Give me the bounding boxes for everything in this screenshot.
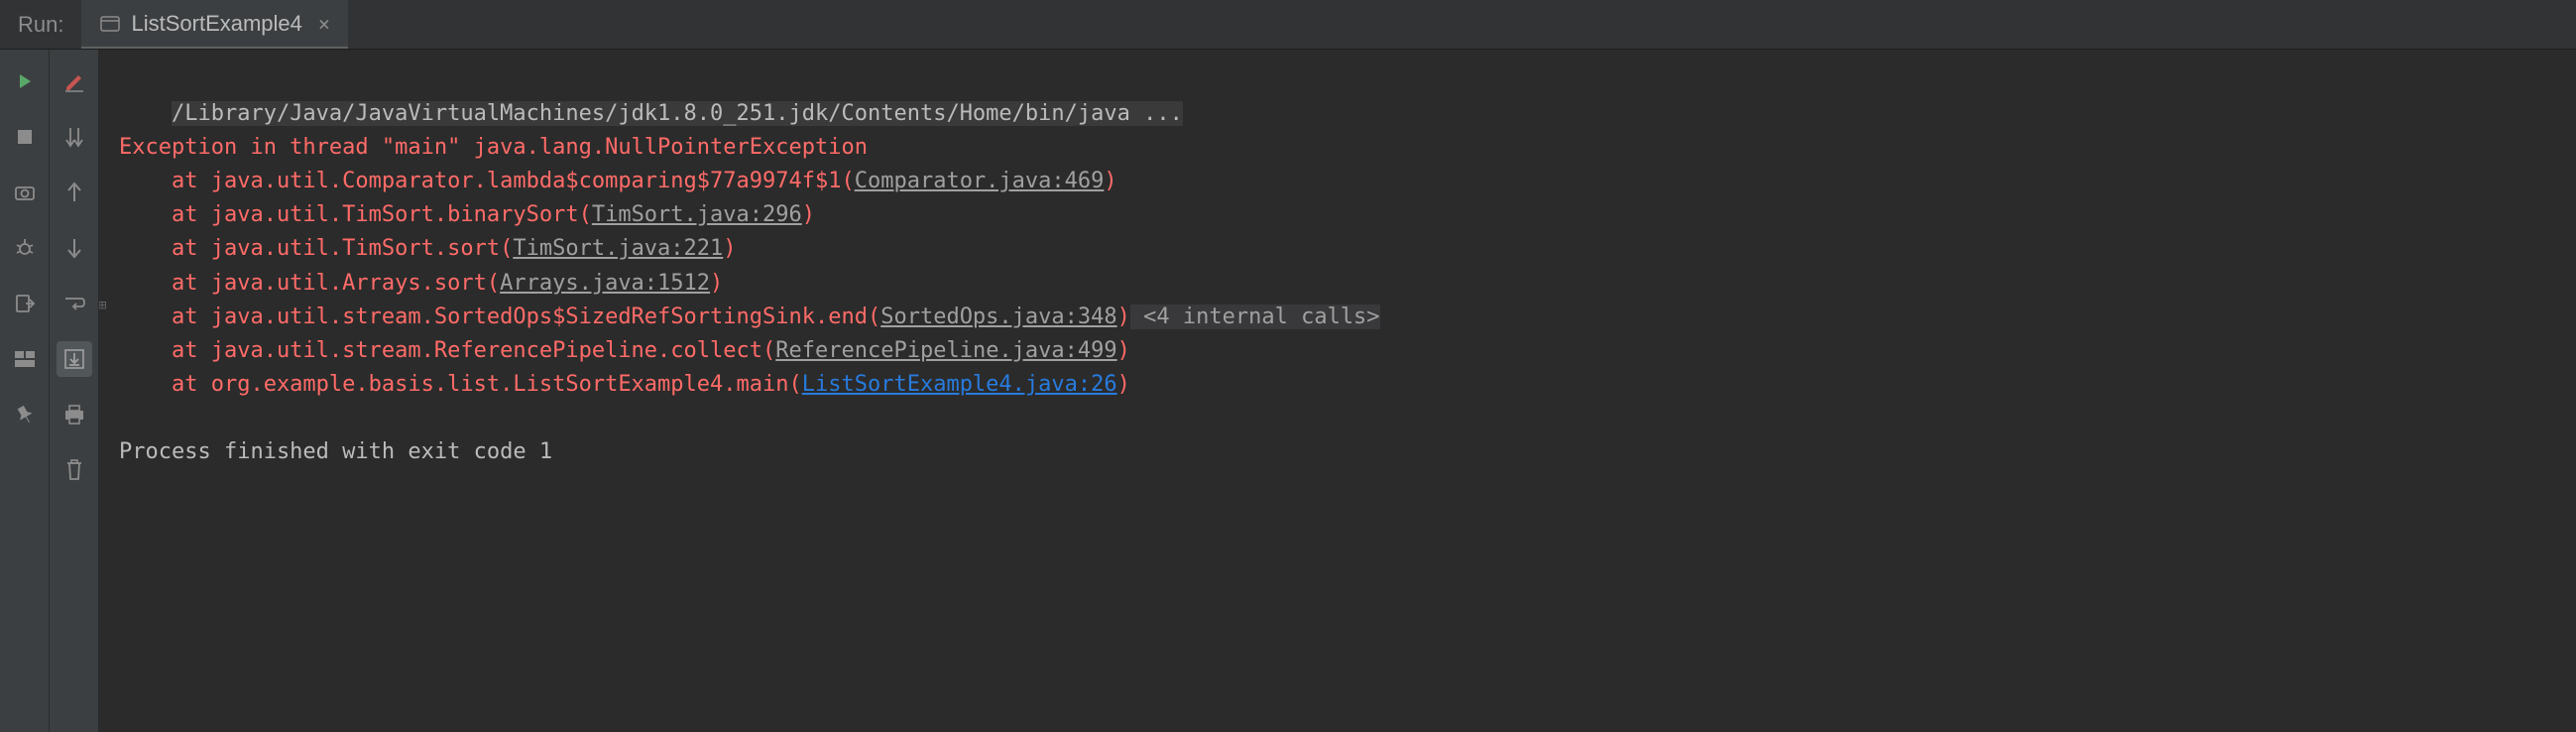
source-link[interactable]: Comparator.java:469: [855, 169, 1105, 193]
fold-hint[interactable]: <4 internal calls>: [1130, 305, 1380, 329]
edit-stacktrace-button[interactable]: [57, 63, 92, 99]
layout-button[interactable]: [7, 341, 43, 377]
console-output[interactable]: ⊞ /Library/Java/JavaVirtualMachines/jdk1.…: [99, 50, 2576, 732]
tab-label: ListSortExample4: [131, 11, 301, 37]
source-link[interactable]: TimSort.java:221: [513, 236, 723, 261]
close-icon[interactable]: ×: [318, 12, 330, 36]
exit-code-line: Process finished with exit code 1: [119, 439, 552, 464]
stop-button[interactable]: [7, 119, 43, 155]
stack-trace-line: at java.util.TimSort.sort(: [119, 236, 513, 261]
command-line: /Library/Java/JavaVirtualMachines/jdk1.8…: [172, 101, 1183, 126]
stack-trace-line: at org.example.basis.list.ListSortExampl…: [119, 372, 802, 397]
source-link[interactable]: SortedOps.java:348: [880, 305, 1116, 329]
application-icon: [99, 13, 121, 35]
exception-line: Exception in thread "main" java.lang.Nul…: [119, 135, 868, 160]
rerun-button[interactable]: [7, 63, 43, 99]
source-link[interactable]: ReferencePipeline.java:499: [775, 338, 1116, 363]
debug-button[interactable]: [7, 230, 43, 266]
up-button[interactable]: [57, 175, 92, 210]
scroll-to-end-button[interactable]: [57, 341, 92, 377]
run-toolbar-secondary: [50, 50, 99, 732]
stack-trace-line: at java.util.Arrays.sort(: [119, 271, 500, 296]
run-panel-header: Run: ListSortExample4 ×: [0, 0, 2576, 50]
dump-threads-button[interactable]: [7, 175, 43, 210]
fold-toggle-icon[interactable]: ⊞: [99, 296, 106, 317]
run-panel-body: ⊞ /Library/Java/JavaVirtualMachines/jdk1.…: [0, 50, 2576, 732]
stack-trace-line: at java.util.Comparator.lambda$comparing…: [119, 169, 855, 193]
run-toolbar-primary: [0, 50, 50, 732]
run-label: Run:: [0, 12, 81, 38]
source-link[interactable]: Arrays.java:1512: [500, 271, 710, 296]
source-link[interactable]: TimSort.java:296: [592, 202, 802, 227]
print-button[interactable]: [57, 397, 92, 432]
stack-trace-line: at java.util.stream.SortedOps$SizedRefSo…: [119, 305, 880, 329]
delete-button[interactable]: [57, 452, 92, 488]
stack-trace-line: at java.util.TimSort.binarySort(: [119, 202, 592, 227]
down-button[interactable]: [57, 230, 92, 266]
soft-wrap-button[interactable]: [57, 286, 92, 321]
step-down-button[interactable]: [57, 119, 92, 155]
exit-button[interactable]: [7, 286, 43, 321]
stack-trace-line: at java.util.stream.ReferencePipeline.co…: [119, 338, 775, 363]
source-link[interactable]: ListSortExample4.java:26: [802, 372, 1117, 397]
run-tab[interactable]: ListSortExample4 ×: [81, 0, 347, 49]
pin-button[interactable]: [7, 397, 43, 432]
